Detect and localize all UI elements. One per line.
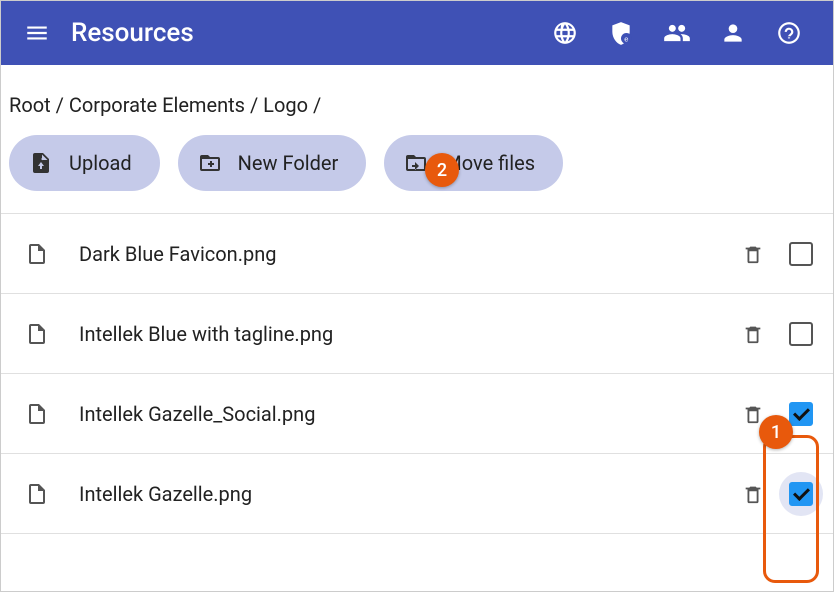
file-name: Intellek Gazelle_Social.png bbox=[79, 402, 733, 426]
app-bar: Resources e bbox=[1, 1, 833, 65]
help-button[interactable] bbox=[765, 9, 813, 57]
file-icon bbox=[25, 482, 65, 506]
help-icon bbox=[776, 20, 802, 46]
upload-icon bbox=[29, 151, 53, 175]
page-title: Resources bbox=[71, 18, 194, 48]
action-bar: Upload New Folder Move files bbox=[1, 135, 833, 213]
file-name: Intellek Blue with tagline.png bbox=[79, 322, 733, 346]
upload-label: Upload bbox=[69, 151, 132, 175]
select-checkbox[interactable] bbox=[789, 322, 813, 346]
shield-button[interactable]: e bbox=[597, 9, 645, 57]
people-button[interactable] bbox=[653, 9, 701, 57]
file-icon bbox=[25, 242, 65, 266]
file-list: Dark Blue Favicon.png Intellek Blue with… bbox=[1, 213, 833, 534]
shield-icon: e bbox=[608, 20, 634, 46]
file-name: Intellek Gazelle.png bbox=[79, 482, 733, 506]
file-icon bbox=[25, 402, 65, 426]
hamburger-icon bbox=[24, 20, 50, 46]
callout-1: 1 bbox=[759, 415, 793, 449]
file-row[interactable]: Intellek Blue with tagline.png bbox=[1, 294, 833, 374]
upload-button[interactable]: Upload bbox=[9, 135, 160, 191]
person-icon bbox=[720, 20, 746, 46]
select-checkbox[interactable] bbox=[789, 242, 813, 266]
file-row[interactable]: Dark Blue Favicon.png bbox=[1, 214, 833, 294]
file-name: Dark Blue Favicon.png bbox=[79, 242, 733, 266]
new-folder-button[interactable]: New Folder bbox=[178, 135, 367, 191]
file-icon bbox=[25, 322, 65, 346]
delete-button[interactable] bbox=[733, 314, 773, 354]
delete-button[interactable] bbox=[733, 234, 773, 274]
new-folder-label: New Folder bbox=[238, 151, 339, 175]
delete-button[interactable] bbox=[733, 474, 773, 514]
profile-button[interactable] bbox=[709, 9, 757, 57]
file-row[interactable]: Intellek Gazelle.png bbox=[1, 454, 833, 534]
breadcrumb: Root / Corporate Elements / Logo / bbox=[1, 65, 833, 135]
breadcrumb-root[interactable]: Root bbox=[9, 93, 51, 117]
move-files-button[interactable]: Move files bbox=[384, 135, 563, 191]
menu-button[interactable] bbox=[17, 13, 57, 53]
breadcrumb-corporate[interactable]: Corporate Elements bbox=[69, 93, 245, 117]
callout-2: 2 bbox=[425, 153, 459, 187]
globe-icon bbox=[552, 20, 578, 46]
svg-text:e: e bbox=[624, 35, 628, 44]
globe-button[interactable] bbox=[541, 9, 589, 57]
select-checkbox[interactable] bbox=[789, 482, 813, 506]
file-row[interactable]: Intellek Gazelle_Social.png bbox=[1, 374, 833, 454]
breadcrumb-logo[interactable]: Logo bbox=[263, 93, 308, 117]
new-folder-icon bbox=[198, 151, 222, 175]
select-checkbox[interactable] bbox=[789, 402, 813, 426]
people-icon bbox=[663, 19, 691, 47]
